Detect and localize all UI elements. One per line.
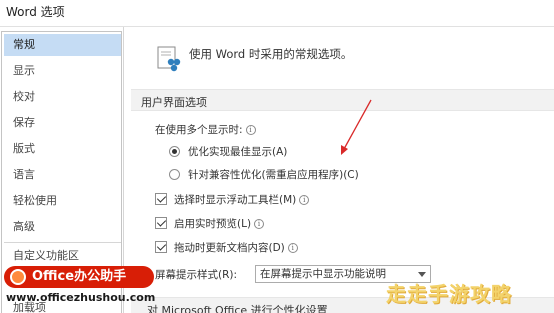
watermark-badge-text: Office办公助手 — [32, 269, 127, 284]
window-title: Word 选项 — [6, 5, 65, 19]
checkbox-label: 启用实时预览(L) — [174, 218, 252, 230]
sidebar-item-save[interactable]: 保存 — [4, 112, 121, 134]
sidebar-item-proofing[interactable]: 校对 — [4, 86, 121, 108]
checkbox[interactable] — [155, 193, 167, 205]
sidebar-item-layout[interactable]: 版式 — [4, 138, 121, 160]
multi-display-label: 在使用多个显示时: i — [155, 122, 256, 137]
info-icon: i — [299, 195, 310, 205]
tooltip-style-label: 屏幕提示样式(R): — [155, 269, 238, 281]
info-icon: i — [254, 219, 265, 229]
checkbox-live-preview[interactable]: 启用实时预览(L) i — [155, 216, 265, 232]
radio-label: 优化实现最佳显示(A) — [188, 146, 288, 158]
watermark-corner: 走走手游攻略 — [386, 282, 512, 306]
title-bar: Word 选项 — [0, 0, 554, 27]
office-logo-icon — [10, 269, 26, 285]
section-header-ui-options: 用户界面选项 — [131, 89, 554, 111]
sidebar-item-display[interactable]: 显示 — [4, 60, 121, 82]
radio-optimize-display[interactable]: 优化实现最佳显示(A) — [169, 144, 287, 160]
checkbox-label: 选择时显示浮动工具栏(M) — [174, 194, 297, 206]
sidebar-item-general[interactable]: 常规 — [4, 34, 121, 56]
sidebar-item-customize-ribbon[interactable]: 自定义功能区 — [4, 245, 121, 267]
watermark-url: www.officezhushou.com — [6, 291, 156, 304]
chevron-down-icon[interactable] — [418, 272, 426, 277]
sidebar-item-language[interactable]: 语言 — [4, 164, 121, 186]
select-value: 在屏幕提示中显示功能说明 — [260, 268, 386, 280]
checkbox-label: 拖动时更新文档内容(D) — [174, 242, 285, 254]
radio-optimize-compatibility[interactable]: 针对兼容性优化(需重启应用程序)(C) — [169, 167, 359, 183]
multi-display-label-text: 在使用多个显示时: — [155, 124, 243, 136]
page-heading: 使用 Word 时采用的常规选项。 — [189, 47, 353, 61]
info-icon: i — [245, 125, 256, 135]
checkbox[interactable] — [155, 217, 167, 229]
options-panel: 使用 Word 时采用的常规选项。 用户界面选项 在使用多个显示时: i 优化实现… — [131, 27, 554, 313]
radio-label: 针对兼容性优化(需重启应用程序)(C) — [188, 169, 359, 181]
info-icon: i — [287, 243, 298, 253]
sidebar-item-accessibility[interactable]: 轻松使用 — [4, 190, 121, 212]
section-title: 对 Microsoft Office 进行个性化设置 — [147, 304, 328, 313]
checkbox-update-while-dragging[interactable]: 拖动时更新文档内容(D) i — [155, 240, 298, 256]
sidebar-divider — [4, 242, 121, 243]
checkbox[interactable] — [155, 241, 167, 253]
radio-button[interactable] — [169, 146, 180, 157]
watermark-badge: Office办公助手 — [4, 266, 154, 288]
general-options-icon — [157, 46, 181, 72]
checkbox-mini-toolbar[interactable]: 选择时显示浮动工具栏(M) i — [155, 192, 310, 208]
sidebar-item-advanced[interactable]: 高级 — [4, 216, 121, 238]
radio-button[interactable] — [169, 169, 180, 180]
section-title: 用户界面选项 — [141, 96, 207, 109]
